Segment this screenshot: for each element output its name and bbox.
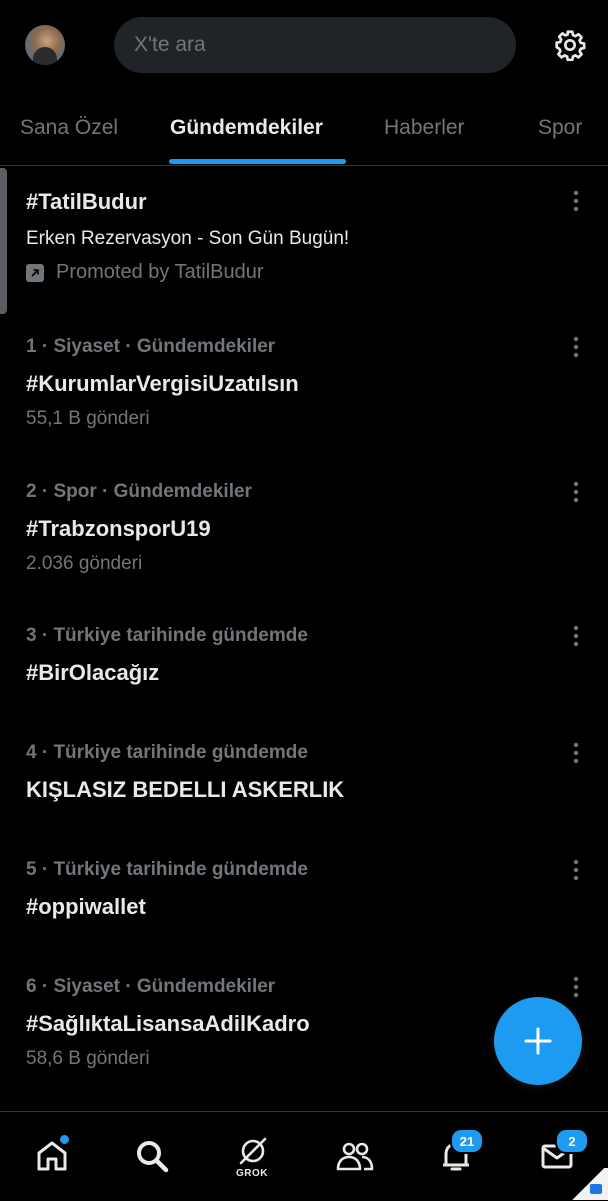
nav-communities[interactable] bbox=[333, 1134, 377, 1178]
trend-title: #SağlıktaLisansaAdilKadro bbox=[26, 1011, 310, 1036]
promoted-trend-title: #TatilBudur bbox=[26, 189, 147, 214]
more-options-icon[interactable] bbox=[566, 975, 586, 999]
promoted-by-line: Promoted by TatilBudur bbox=[26, 261, 264, 284]
messages-badge: 2 bbox=[555, 1128, 589, 1154]
trend-meta: 3 · Türkiye tarihinde gündemde bbox=[26, 625, 308, 646]
trend-title: #BirOlacağız bbox=[26, 660, 160, 685]
active-tab-indicator bbox=[169, 159, 346, 164]
search-placeholder: X'te ara bbox=[134, 33, 206, 56]
trend-title: KIŞLASIZ BEDELLI ASKERLIK bbox=[26, 777, 345, 802]
trend-meta: 1 · Siyaset · Gündemdekiler bbox=[26, 336, 276, 357]
tab-haberler[interactable]: Haberler bbox=[384, 116, 465, 140]
compose-button[interactable] bbox=[494, 997, 582, 1085]
trend-item[interactable]: 5 · Türkiye tarihinde gündemde #oppiwall… bbox=[0, 834, 608, 939]
communities-icon bbox=[336, 1142, 374, 1171]
more-options-icon[interactable] bbox=[566, 189, 586, 213]
more-options-icon[interactable] bbox=[566, 624, 586, 648]
promoted-trend[interactable]: #TatilBudur Erken Rezervasyon - Son Gün … bbox=[0, 165, 608, 305]
gear-icon bbox=[555, 30, 586, 61]
nav-grok[interactable]: GROK bbox=[231, 1134, 275, 1179]
more-options-icon[interactable] bbox=[566, 335, 586, 359]
grok-icon bbox=[239, 1137, 267, 1165]
tab-bar: Sana Özel Gündemdekiler Haberler Spor bbox=[0, 100, 608, 164]
trend-item[interactable]: 3 · Türkiye tarihinde gündemde #BirOlaca… bbox=[0, 600, 608, 705]
nav-search[interactable] bbox=[130, 1134, 174, 1178]
more-options-icon[interactable] bbox=[566, 741, 586, 765]
trend-meta: 6 · Siyaset · Gündemdekiler bbox=[26, 976, 276, 997]
trend-count: 58,6 B gönderi bbox=[26, 1048, 150, 1069]
tab-spor[interactable]: Spor bbox=[538, 116, 582, 140]
trend-count: 2.036 gönderi bbox=[26, 553, 143, 574]
grok-label: GROK bbox=[236, 1168, 268, 1179]
notifications-badge: 21 bbox=[450, 1128, 484, 1154]
trend-title: #KurumlarVergisiUzatılsın bbox=[26, 371, 299, 396]
trend-meta: 4 · Türkiye tarihinde gündemde bbox=[26, 742, 308, 763]
top-header: X'te ara Sana Özel Gündemdekiler Haberle… bbox=[0, 0, 608, 166]
promoted-by-label: Promoted by TatilBudur bbox=[56, 261, 264, 283]
settings-button[interactable] bbox=[550, 25, 590, 65]
tab-sana-ozel[interactable]: Sana Özel bbox=[20, 116, 118, 140]
trend-item[interactable]: 2 · Spor · Gündemdekiler #TrabzonsporU19… bbox=[0, 455, 608, 590]
trend-item[interactable]: 4 · Türkiye tarihinde gündemde KIŞLASIZ … bbox=[0, 717, 608, 822]
trend-meta: 5 · Türkiye tarihinde gündemde bbox=[26, 859, 308, 880]
home-notification-dot bbox=[60, 1135, 69, 1144]
more-options-icon[interactable] bbox=[566, 858, 586, 882]
nav-notifications[interactable]: 21 bbox=[434, 1128, 484, 1178]
trend-title: #oppiwallet bbox=[26, 894, 146, 919]
trend-item[interactable]: 1 · Siyaset · Gündemdekiler #KurumlarVer… bbox=[0, 310, 608, 445]
promoted-icon bbox=[26, 263, 44, 282]
avatar[interactable] bbox=[25, 25, 65, 65]
bottom-nav: GROK 21 2 bbox=[0, 1111, 608, 1201]
search-icon bbox=[137, 1141, 169, 1173]
trend-meta: 2 · Spor · Gündemdekiler bbox=[26, 481, 252, 502]
trend-title: #TrabzonsporU19 bbox=[26, 516, 211, 541]
tab-gundemdekiler[interactable]: Gündemdekiler bbox=[170, 116, 323, 140]
nav-home[interactable] bbox=[30, 1134, 74, 1178]
promoted-trend-description: Erken Rezervasyon - Son Gün Bugün! bbox=[26, 228, 350, 249]
more-options-icon[interactable] bbox=[566, 480, 586, 504]
corner-overlay[interactable] bbox=[568, 1168, 608, 1200]
trend-count: 55,1 B gönderi bbox=[26, 408, 150, 429]
plus-icon bbox=[524, 1027, 552, 1055]
search-input[interactable]: X'te ara bbox=[114, 17, 516, 73]
corner-overlay-icon bbox=[590, 1184, 602, 1194]
